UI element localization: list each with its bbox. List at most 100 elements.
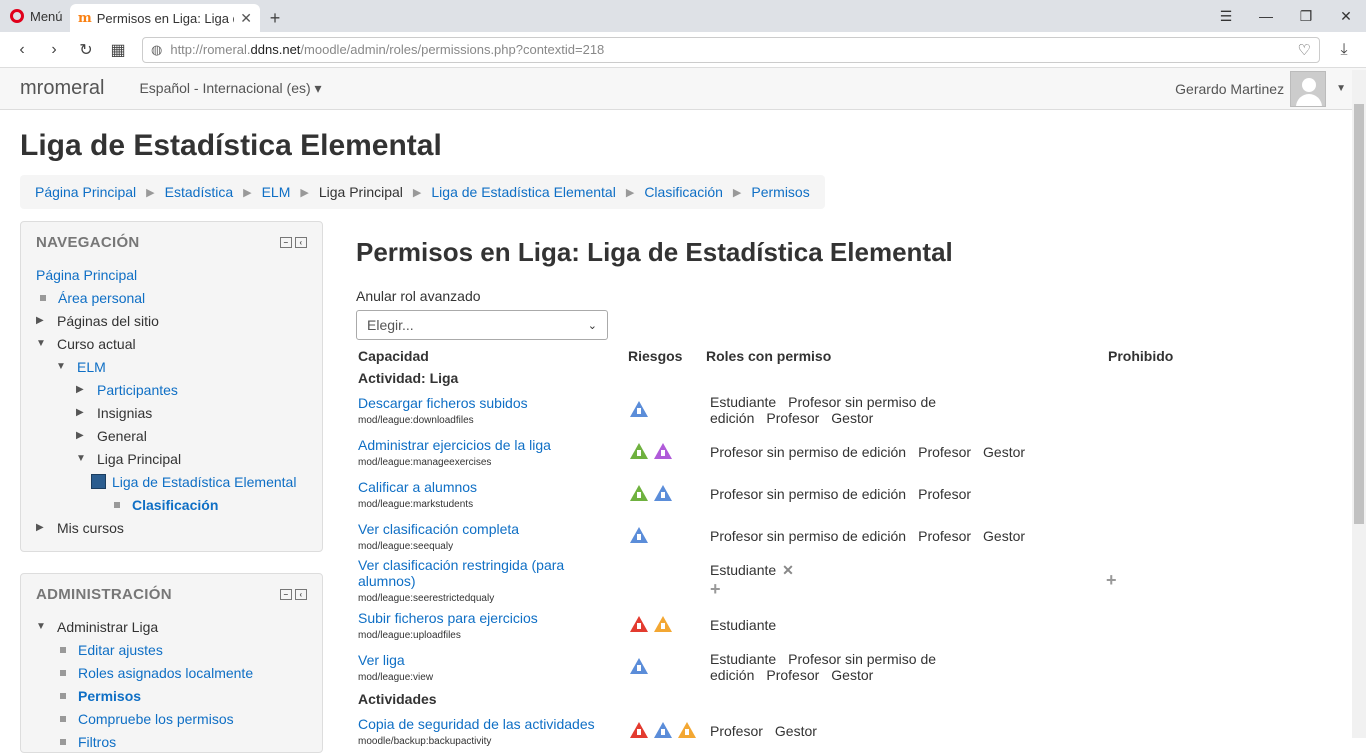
- remove-role-icon[interactable]: ✕: [782, 562, 794, 578]
- nav-label[interactable]: Curso actual: [57, 336, 136, 352]
- risk-xss-icon[interactable]: [630, 721, 648, 738]
- risk-personal-icon[interactable]: [654, 721, 672, 738]
- nav-link[interactable]: Página Principal: [36, 267, 137, 283]
- admin-link[interactable]: Compruebe los permisos: [78, 711, 234, 727]
- collapse-icon[interactable]: –: [280, 589, 292, 600]
- chevron-right-icon[interactable]: ▶: [76, 384, 86, 395]
- breadcrumb-item[interactable]: Estadística: [165, 184, 233, 200]
- admin-item[interactable]: Roles asignados localmente: [36, 661, 307, 684]
- capability-link[interactable]: Descargar ficheros subidos: [358, 395, 624, 411]
- nav-item[interactable]: Liga de Estadística Elemental: [36, 470, 307, 493]
- breadcrumb-item[interactable]: Clasificación: [644, 184, 723, 200]
- nav-label[interactable]: Páginas del sitio: [57, 313, 159, 329]
- chevron-right-icon[interactable]: ▶: [76, 407, 86, 418]
- nav-link[interactable]: ELM: [77, 359, 106, 375]
- nav-item[interactable]: ▶ Participantes: [36, 378, 307, 401]
- admin-link[interactable]: Roles asignados localmente: [78, 665, 253, 681]
- site-brand[interactable]: mromeral: [20, 77, 104, 100]
- back-icon[interactable]: ‹: [6, 36, 38, 64]
- add-role-icon[interactable]: +: [710, 579, 1104, 600]
- chevron-down-icon[interactable]: ▼: [76, 453, 86, 464]
- risk-personal-icon[interactable]: [630, 400, 648, 417]
- capability-link[interactable]: Subir ficheros para ejercicios: [358, 610, 624, 626]
- admin-item[interactable]: Compruebe los permisos: [36, 707, 307, 730]
- chevron-right-icon[interactable]: ▶: [76, 430, 86, 441]
- risk-config-icon[interactable]: [630, 442, 648, 459]
- capability-link[interactable]: Copia de seguridad de las actividades: [358, 716, 624, 732]
- risk-dataloss-icon[interactable]: [654, 615, 672, 632]
- new-tab-button[interactable]: +: [260, 4, 290, 32]
- admin-link-current[interactable]: Permisos: [78, 688, 141, 704]
- forward-icon[interactable]: ›: [38, 36, 70, 64]
- scrollbar-thumb[interactable]: [1354, 104, 1364, 524]
- nav-label[interactable]: Mis cursos: [57, 520, 124, 536]
- nav-item[interactable]: ▼ Liga Principal: [36, 447, 307, 470]
- nav-item[interactable]: ▶ Mis cursos: [36, 516, 307, 539]
- url-field[interactable]: ◍ http://romeral. ddns.net/moodle/admin/r…: [142, 36, 1320, 63]
- capability-link[interactable]: Administrar ejercicios de la liga: [358, 437, 624, 453]
- nav-link[interactable]: Participantes: [97, 382, 178, 398]
- minimize-icon[interactable]: —: [1246, 0, 1286, 32]
- nav-link[interactable]: Área personal: [58, 290, 145, 306]
- capability-link[interactable]: Ver clasificación restringida (para alum…: [358, 557, 624, 589]
- risk-xss-icon[interactable]: [630, 615, 648, 632]
- dock-icon[interactable]: ‹: [295, 589, 307, 600]
- admin-item[interactable]: Permisos: [36, 684, 307, 707]
- nav-item[interactable]: Clasificación: [36, 493, 307, 516]
- chevron-down-icon[interactable]: ▼: [36, 338, 46, 349]
- browser-tab[interactable]: m Permisos en Liga: Liga de E ✕: [70, 4, 260, 32]
- admin-link[interactable]: Filtros: [78, 734, 116, 750]
- nav-label[interactable]: General: [97, 428, 147, 444]
- page-scrollbar[interactable]: [1352, 70, 1366, 738]
- admin-item[interactable]: Editar ajustes: [36, 638, 307, 661]
- download-icon[interactable]: ⤓: [1328, 36, 1360, 64]
- chevron-down-icon[interactable]: ▼: [36, 621, 46, 632]
- breadcrumb-item[interactable]: Página Principal: [35, 184, 136, 200]
- nav-link-current[interactable]: Clasificación: [132, 497, 218, 513]
- nav-item[interactable]: ▼ ELM: [36, 355, 307, 378]
- risk-personal-icon[interactable]: [630, 657, 648, 674]
- chevron-down-icon[interactable]: ▼: [56, 361, 66, 372]
- bookmark-heart-icon[interactable]: ♡: [1298, 41, 1311, 59]
- breadcrumb-item[interactable]: Permisos: [751, 184, 809, 200]
- speed-dial-icon[interactable]: ▦: [102, 36, 134, 64]
- reload-icon[interactable]: ↻: [70, 36, 102, 64]
- risk-personal-icon[interactable]: [630, 526, 648, 543]
- nav-label[interactable]: Liga Principal: [97, 451, 181, 467]
- role-label: Profesor: [766, 410, 820, 426]
- nav-item[interactable]: ▶ General: [36, 424, 307, 447]
- language-menu[interactable]: Español - Internacional (es) ▾: [139, 80, 321, 97]
- role-override-select[interactable]: Elegir... ⌄: [356, 310, 608, 340]
- tab-menu-icon[interactable]: ☰: [1206, 0, 1246, 32]
- nav-item[interactable]: ▶ Páginas del sitio: [36, 309, 307, 332]
- admin-link[interactable]: Editar ajustes: [78, 642, 163, 658]
- opera-menu-button[interactable]: Menú: [0, 0, 70, 32]
- nav-link[interactable]: Liga de Estadística Elemental: [112, 474, 296, 490]
- breadcrumb-item[interactable]: ELM: [262, 184, 291, 200]
- risk-spam-icon[interactable]: [654, 442, 672, 459]
- close-tab-icon[interactable]: ✕: [240, 10, 252, 27]
- chevron-right-icon[interactable]: ▶: [36, 522, 46, 533]
- nav-item[interactable]: Área personal: [36, 286, 307, 309]
- dock-icon[interactable]: ‹: [295, 237, 307, 248]
- nav-label[interactable]: Insignias: [97, 405, 152, 421]
- capability-link[interactable]: Ver clasificación completa: [358, 521, 624, 537]
- chevron-right-icon[interactable]: ▶: [36, 315, 46, 326]
- risk-config-icon[interactable]: [630, 484, 648, 501]
- risk-personal-icon[interactable]: [654, 484, 672, 501]
- admin-label[interactable]: Administrar Liga: [57, 619, 158, 635]
- capability-link[interactable]: Calificar a alumnos: [358, 479, 624, 495]
- nav-item[interactable]: Página Principal: [36, 263, 307, 286]
- maximize-icon[interactable]: ❐: [1286, 0, 1326, 32]
- capability-link[interactable]: Ver liga: [358, 652, 624, 668]
- nav-item[interactable]: ▶ Insignias: [36, 401, 307, 424]
- add-prohibit-icon[interactable]: +: [1106, 570, 1117, 590]
- admin-item[interactable]: ▼ Administrar Liga: [36, 615, 307, 638]
- breadcrumb-item[interactable]: Liga de Estadística Elemental: [431, 184, 615, 200]
- close-window-icon[interactable]: ✕: [1326, 0, 1366, 32]
- user-menu[interactable]: Gerardo Martinez ▼: [1175, 70, 1346, 107]
- admin-item[interactable]: Filtros: [36, 730, 307, 753]
- risk-dataloss-icon[interactable]: [678, 721, 696, 738]
- nav-item[interactable]: ▼ Curso actual: [36, 332, 307, 355]
- collapse-icon[interactable]: –: [280, 237, 292, 248]
